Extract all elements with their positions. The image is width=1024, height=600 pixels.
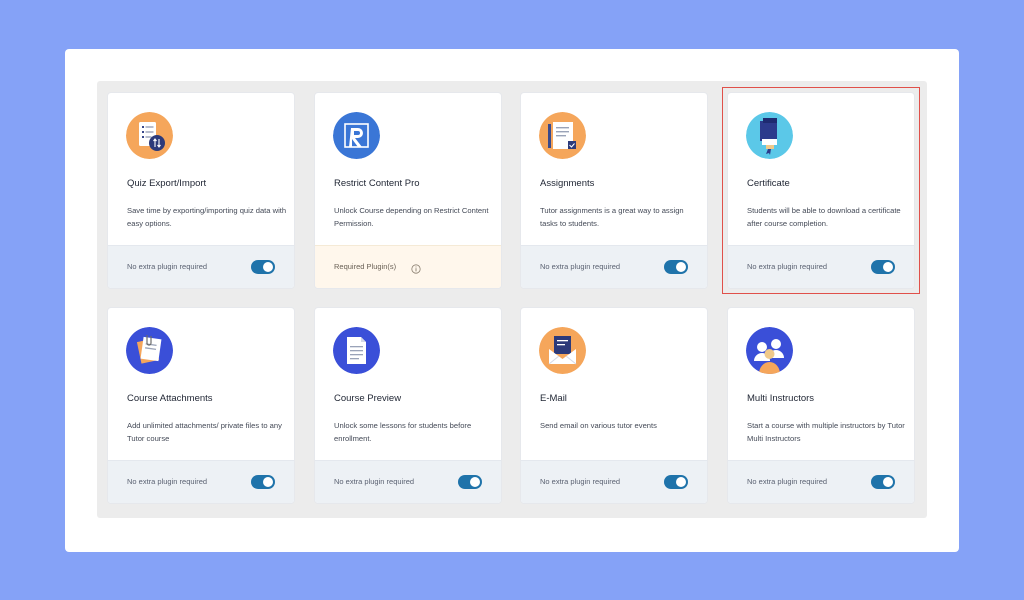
addon-toggle[interactable] — [251, 260, 275, 274]
addon-footer: No extra plugin required — [108, 460, 294, 503]
restrict-content-pro-icon — [333, 112, 380, 159]
toggle-knob — [470, 477, 480, 487]
addon-description: Start a course with multiple instructors… — [747, 421, 905, 443]
assignments-icon — [539, 112, 586, 159]
addon-toggle[interactable] — [664, 475, 688, 489]
plugin-requirement-text: No extra plugin required — [540, 477, 621, 486]
addon-description: Unlock some lessons for students before … — [334, 421, 472, 443]
course-attachments-icon — [126, 327, 173, 374]
addon-card-course-preview: Course Preview Unlock some lessons for s… — [314, 307, 502, 504]
plugin-requirement-text: No extra plugin required — [127, 477, 208, 486]
addon-card-restrict-content-pro: Restrict Content Pro Unlock Course depen… — [314, 92, 502, 289]
course-preview-icon — [333, 327, 380, 374]
plugin-requirement-text: No extra plugin required — [334, 477, 415, 486]
quiz-export-import-icon — [126, 112, 173, 159]
addon-card-multi-instructors: Multi Instructors Start a course with mu… — [727, 307, 915, 504]
addon-card-course-attachments: Course Attachments Add unlimited attachm… — [107, 307, 295, 504]
addon-title: E-Mail — [540, 393, 567, 404]
addon-footer: No extra plugin required — [315, 460, 501, 503]
toggle-knob — [263, 477, 273, 487]
toggle-knob — [676, 262, 686, 272]
addon-description: Tutor assignments is a great way to assi… — [540, 206, 684, 228]
toggle-knob — [676, 477, 686, 487]
addon-footer: No extra plugin required — [108, 245, 294, 288]
certificate-highlight-box — [722, 87, 920, 294]
addon-toggle[interactable] — [251, 475, 275, 489]
multi-instructors-icon — [746, 327, 793, 374]
plugin-requirement-text: No extra plugin required — [540, 262, 621, 271]
addon-footer: No extra plugin required — [728, 460, 914, 503]
addon-title: Quiz Export/Import — [127, 178, 207, 189]
addon-toggle[interactable] — [664, 260, 688, 274]
addon-description: Add unlimited attachments/ private files… — [127, 421, 282, 443]
addon-footer: No extra plugin required — [521, 460, 707, 503]
addon-description: Send email on various tutor events — [540, 421, 657, 430]
addon-card-quiz-export-import: Quiz Export/Import Save time by exportin… — [107, 92, 295, 289]
plugin-requirement-text: Required Plugin(s) — [334, 262, 397, 271]
plugin-requirement-text: No extra plugin required — [127, 262, 208, 271]
info-icon[interactable] — [411, 261, 421, 274]
addon-description: Unlock Course depending on Restrict Cont… — [334, 206, 489, 228]
addon-title: Course Preview — [334, 393, 402, 404]
addon-title: Course Attachments — [127, 393, 213, 404]
toggle-knob — [883, 477, 893, 487]
addon-description: Save time by exporting/importing quiz da… — [127, 206, 287, 228]
addon-card-assignments: Assignments Tutor assignments is a great… — [520, 92, 708, 289]
addon-title: Assignments — [540, 178, 595, 189]
addon-toggle[interactable] — [458, 475, 482, 489]
addon-footer: Required Plugin(s) — [315, 245, 501, 288]
addon-footer: No extra plugin required — [521, 245, 707, 288]
addon-toggle[interactable] — [871, 475, 895, 489]
addon-title: Multi Instructors — [747, 393, 815, 404]
email-icon — [539, 327, 586, 374]
plugin-requirement-text: No extra plugin required — [747, 477, 828, 486]
addon-title: Restrict Content Pro — [334, 178, 420, 189]
toggle-knob — [263, 262, 273, 272]
addon-card-email: E-Mail Send email on various tutor event… — [520, 307, 708, 504]
